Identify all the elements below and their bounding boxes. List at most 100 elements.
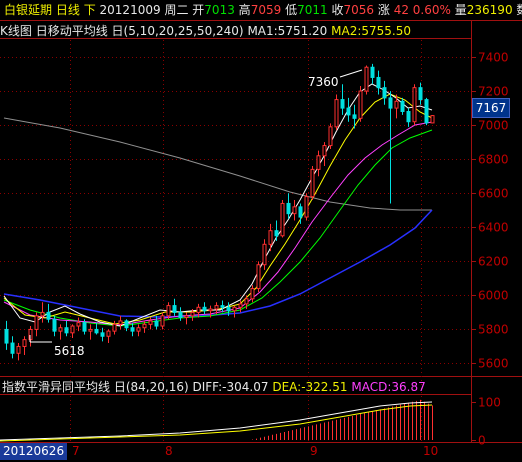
candle-up xyxy=(58,327,63,332)
candle-down xyxy=(388,97,393,109)
start-date-box: 20120626 xyxy=(0,443,68,460)
change-label: 涨 xyxy=(377,3,390,17)
candle-down xyxy=(286,202,291,215)
symbol-name[interactable]: 白银延期 xyxy=(4,3,52,17)
candle-up xyxy=(136,327,141,332)
candle-up xyxy=(328,126,333,147)
volume-label: 量 xyxy=(454,3,467,17)
quote-header: 白银延期 日线 下 20121009 周二 开7013 高7059 低7011 … xyxy=(4,2,522,18)
candle-down xyxy=(418,87,423,101)
candle-down xyxy=(100,332,105,337)
ma1-value: MA1:5751.20 xyxy=(247,24,328,38)
chart-name[interactable]: K线图 xyxy=(0,24,32,38)
macd-macd-value: MACD:36.87 xyxy=(351,380,426,394)
candle-down xyxy=(82,322,87,332)
low-label: 低 xyxy=(285,3,298,17)
candle-down xyxy=(202,306,207,312)
candle-down xyxy=(172,305,177,313)
ma2-value: MA2:5755.50 xyxy=(331,24,412,38)
candle-up xyxy=(160,315,165,327)
candle-up xyxy=(22,339,27,347)
close-label: 收 xyxy=(331,3,344,17)
candle-up xyxy=(316,155,321,170)
candle-up xyxy=(412,87,417,123)
candle-down xyxy=(340,99,345,109)
macd-axis: 100 0 xyxy=(471,396,501,448)
candle-up xyxy=(358,90,363,119)
candle-up xyxy=(190,311,195,317)
candle-up xyxy=(166,305,171,317)
volume-value: 236190 xyxy=(466,3,513,17)
candle-up xyxy=(88,328,93,332)
time-label-sep: 9 xyxy=(310,444,318,458)
ma-indicator-params: 日(5,10,20,25,50,240) xyxy=(111,24,244,38)
candle-up xyxy=(322,145,327,157)
candle-up xyxy=(40,311,45,317)
candle-down xyxy=(406,111,411,123)
macd-diff-line xyxy=(0,401,433,441)
price-tick-label: 7200 xyxy=(478,85,509,99)
macd-dea-value: DEA:-322.51 xyxy=(272,380,348,394)
candle-down xyxy=(10,342,15,354)
open-label: 开 xyxy=(192,3,205,17)
macd-indicator-name[interactable]: 指数平滑异同平均线 xyxy=(2,380,110,394)
candle-up xyxy=(334,99,339,128)
annotation-leaders xyxy=(29,69,363,343)
macd-indicator-params: 日(84,20,16) xyxy=(113,380,189,394)
price-tick-label: 6000 xyxy=(478,289,509,303)
period-label[interactable]: 日线 xyxy=(56,3,80,17)
candle-down xyxy=(346,107,351,116)
date-value: 20121009 xyxy=(99,3,161,17)
moving-averages xyxy=(3,83,433,327)
price-tick-label: 5600 xyxy=(478,357,509,371)
price-tick-label: 6400 xyxy=(478,221,509,235)
candle-down xyxy=(220,305,225,308)
price-tick-label: 6200 xyxy=(478,255,509,269)
candle-up xyxy=(16,345,21,354)
macd-dea-line xyxy=(0,404,433,442)
high-value: 7059 xyxy=(250,3,282,17)
ma240-line xyxy=(3,117,432,211)
candle-down xyxy=(298,206,303,218)
candle-up xyxy=(106,330,111,337)
ma10-line xyxy=(3,93,433,325)
candle-up xyxy=(70,325,75,334)
candle-up xyxy=(292,206,297,215)
candle-up xyxy=(262,243,267,266)
price-tick-label: 6600 xyxy=(478,187,509,201)
candle-down xyxy=(154,320,159,327)
candle-up xyxy=(256,264,261,290)
candle-up xyxy=(364,66,369,92)
price-tick-label: 6800 xyxy=(478,153,509,167)
change-pct-value: 0.60% xyxy=(412,3,451,17)
direction-label: 下 xyxy=(83,3,96,17)
ma-indicator-name[interactable]: 日移动平均线 xyxy=(36,24,108,38)
candle-up xyxy=(430,115,435,124)
time-label-oct: 10 xyxy=(423,444,439,458)
ma20-line xyxy=(3,121,433,326)
candle-up xyxy=(34,315,39,330)
macd-tick-label: 100 xyxy=(478,396,501,410)
candle-up xyxy=(148,320,153,325)
candle-up xyxy=(184,315,189,319)
time-label-jul: 7 xyxy=(72,444,80,458)
candle-up xyxy=(232,306,237,312)
candle-down xyxy=(130,327,135,332)
candle-down xyxy=(382,87,387,99)
candle-up xyxy=(280,202,285,237)
candle-up xyxy=(244,298,249,305)
candle-up xyxy=(268,230,273,245)
candle-up xyxy=(394,100,399,109)
time-label-aug: 8 xyxy=(165,444,173,458)
macd-lines xyxy=(0,401,433,442)
candle-up xyxy=(112,323,117,332)
candle-up xyxy=(76,322,81,327)
candle-down xyxy=(178,311,183,319)
price-tick-label: 7000 xyxy=(478,119,509,133)
ma-legend: K线图 日移动平均线 日(5,10,20,25,50,240) MA1:5751… xyxy=(0,23,411,39)
change-value: 42 xyxy=(393,3,409,17)
candle-up xyxy=(196,306,201,313)
current-price-tag: 7167 xyxy=(472,98,510,118)
price-tick-label: 7400 xyxy=(478,51,509,65)
candle-down xyxy=(52,318,57,332)
